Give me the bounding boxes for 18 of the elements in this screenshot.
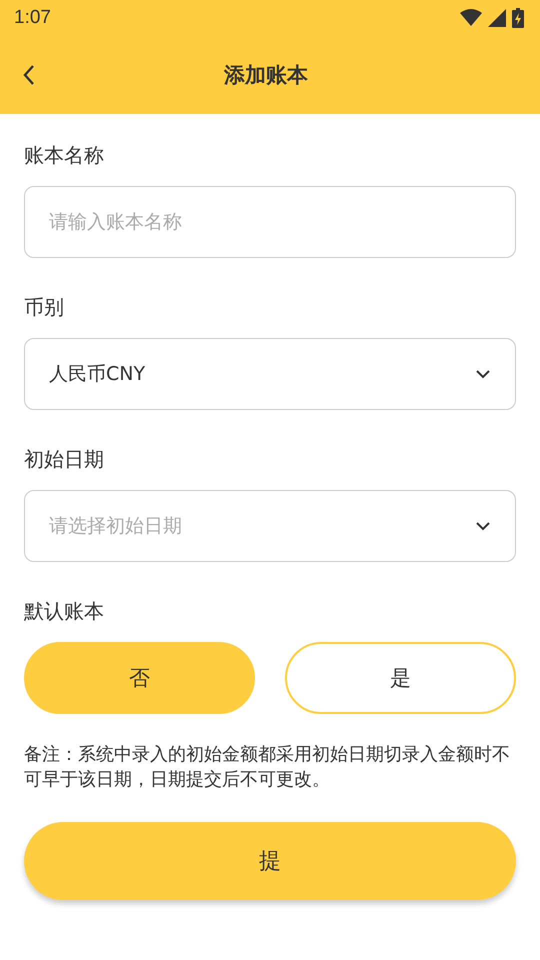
field-label: 币别: [24, 294, 65, 321]
status-time: 1:07: [14, 7, 51, 29]
signal-icon: [488, 9, 506, 27]
battery-icon: [512, 8, 524, 28]
field-label: 默认账本: [24, 598, 105, 625]
wifi-icon: [460, 9, 482, 27]
option-button[interactable]: 是: [285, 642, 516, 714]
page-title: 添加账本: [224, 62, 308, 89]
chevron-down-icon: [475, 369, 491, 379]
note-text: 备注：系统中录入的初始金额都采用初始日期切录入金额时不可早于该日期，日期提交后不可更改。: [24, 743, 511, 792]
option-button[interactable]: 否: [24, 642, 255, 714]
dropdown-field[interactable]: 人民币CNY: [24, 338, 516, 410]
input-field[interactable]: 请输入账本名称: [24, 186, 516, 258]
back-icon: [22, 64, 36, 86]
submit-button[interactable]: 提: [24, 822, 516, 900]
field-label: 初始日期: [24, 446, 105, 473]
field-label: 账本名称: [24, 142, 105, 169]
chevron-down-icon: [475, 521, 491, 531]
